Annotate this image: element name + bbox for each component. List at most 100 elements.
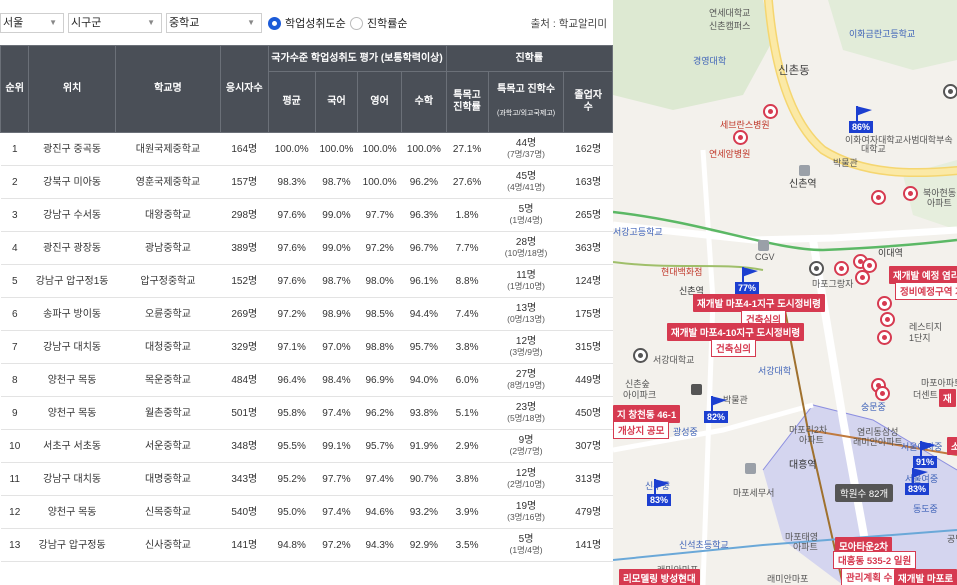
label-apt: 아파트 [927, 198, 952, 208]
header-special-count: 특목고 진학수 (과학고/외고국제고) [487, 71, 565, 133]
city-select-value: 서울 [3, 17, 24, 29]
cell-rate: 3.8% [446, 462, 489, 496]
cell-eng: 94.6% [357, 495, 402, 529]
label-sinchon-station: 신촌역 [789, 179, 817, 190]
label-museum: 박물관 [833, 158, 858, 168]
table-row[interactable]: 8 양천구 목동 목운중학교 484명 96.4% 98.4% 96.9% 94.0% 6.0%… [0, 363, 613, 397]
cell-kor: 97.4% [315, 495, 358, 529]
cell-rank: 9 [0, 396, 29, 430]
cell-n: 389명 [220, 231, 268, 265]
table-row[interactable]: 9 양천구 목동 월촌중학교 501명 95.8% 97.4% 96.2% 93.8% 5.1%… [0, 396, 613, 430]
cell-kor: 97.7% [315, 462, 358, 496]
cell-special-count-total: 27명 [515, 369, 537, 380]
table-row[interactable]: 6 송파구 방이동 오륜중학교 269명 97.2% 98.9% 98.5% 94.4% 7.4… [0, 297, 613, 331]
cell-loc: 강남구 수서동 [28, 198, 116, 232]
city-select[interactable]: 서울 ▼ [0, 13, 64, 33]
cell-special-count: 12명 (2명/10명) [488, 462, 564, 496]
cell-rank: 10 [0, 429, 29, 463]
cell-n: 152명 [220, 264, 268, 298]
agent-avatar-marker[interactable] [809, 261, 824, 276]
cell-special-count-breakdown: (2명/10명) [507, 479, 545, 489]
cell-rate: 3.5% [446, 528, 489, 562]
cell-kor: 98.9% [315, 297, 358, 331]
label-cgv: CGV [755, 252, 775, 262]
cell-special-count-total: 23명 [515, 402, 537, 413]
agent-avatar-marker[interactable] [871, 190, 886, 205]
cell-eng: 97.2% [357, 231, 402, 265]
redevelopment-status-tag: 대흥동 535-2 일원 [833, 551, 917, 569]
cell-kor: 97.2% [315, 528, 358, 562]
agent-avatar-marker[interactable] [903, 186, 918, 201]
cell-rate: 7.4% [446, 297, 489, 331]
cell-loc: 양천구 목동 [28, 495, 116, 529]
redevelopment-tag[interactable]: 재개발 마포로 [894, 569, 957, 585]
flag-percent: 82% [704, 411, 729, 423]
redevelopment-tag[interactable]: 재 [939, 389, 956, 407]
cell-math: 90.7% [401, 462, 447, 496]
agent-avatar-marker[interactable] [943, 84, 957, 99]
cell-grad: 363명 [563, 231, 613, 265]
cell-rate: 8.8% [446, 264, 489, 298]
cell-rank: 12 [0, 495, 29, 529]
header-korean: 국어 [314, 71, 359, 133]
table-row[interactable]: 3 강남구 수서동 대왕중학교 298명 97.6% 99.0% 97.7% 96.3% 1.8… [0, 198, 613, 232]
cell-eng: 96.2% [357, 396, 402, 430]
cell-special-count: 11명 (1명/10명) [488, 264, 564, 298]
label-hyundai: 현대백화점 [661, 267, 703, 277]
table-row[interactable]: 2 강북구 미아동 영훈국제중학교 157명 98.3% 98.7% 100.0% 96.2%… [0, 165, 613, 199]
cell-rank: 13 [0, 528, 29, 562]
table-row[interactable]: 4 광진구 광장동 광남중학교 389명 97.6% 99.0% 97.2% 96.7% 7.7… [0, 231, 613, 265]
agent-avatar-marker[interactable] [877, 296, 892, 311]
cell-special-count-breakdown: (1명/10명) [507, 281, 545, 291]
agent-avatar-marker[interactable] [834, 261, 849, 276]
cell-loc: 강남구 압구정1동 [28, 264, 116, 298]
header-math: 수학 [401, 71, 447, 133]
radio-achievement-order[interactable]: 학업성취도순 [268, 14, 346, 32]
cell-special-count-breakdown: (1명/4명) [509, 545, 543, 555]
cell-rank: 6 [0, 297, 29, 331]
table-row[interactable]: 7 강남구 대치동 대청중학교 329명 97.1% 97.0% 98.8% 95.7% 3.8… [0, 330, 613, 364]
subway-icon [799, 165, 810, 176]
header-advancement-group: 진학률 [445, 45, 613, 72]
map-panel[interactable]: 연세대학교 신촌캠퍼스 이화금란고등학교 경영대학 신촌동 세브란스병원 연세암… [613, 0, 957, 585]
redevelopment-tag[interactable]: 리모델링 방성현대 [619, 569, 700, 585]
cell-special-count: 23명 (5명/18명) [488, 396, 564, 430]
cell-kor: 97.4% [315, 396, 358, 430]
agent-avatar-marker[interactable] [633, 348, 648, 363]
cell-school: 대명중학교 [115, 462, 221, 496]
agent-avatar-marker[interactable] [855, 270, 870, 285]
table-row[interactable]: 10 서초구 서초동 서운중학교 348명 95.5% 99.1% 95.7% 91.9% 2.… [0, 429, 613, 463]
table-row[interactable]: 5 강남구 압구정1동 압구정중학교 152명 97.6% 98.7% 98.0% 96.1%… [0, 264, 613, 298]
cell-loc: 강북구 미아동 [28, 165, 116, 199]
cell-rate: 3.9% [446, 495, 489, 529]
cell-math: 94.4% [401, 297, 447, 331]
cell-math: 95.7% [401, 330, 447, 364]
cell-math: 92.9% [401, 528, 447, 562]
header-english: 영어 [357, 71, 403, 133]
academy-count-tag[interactable]: 학원수 82개 [835, 484, 894, 502]
school-level-select[interactable]: 중학교 ▼ [166, 13, 262, 33]
cell-loc: 강남구 대치동 [28, 330, 116, 364]
table-row[interactable]: 13 강남구 압구정동 신사중학교 141명 94.8% 97.2% 94.3% 92.9% 3… [0, 528, 613, 562]
table-row[interactable]: 11 강남구 대치동 대명중학교 343명 95.2% 97.7% 97.4% 90.7% 3.… [0, 462, 613, 496]
table-row[interactable]: 1 광진구 중곡동 대원국제중학교 164명 100.0% 100.0% 100.0% 100… [0, 132, 613, 166]
cell-avg: 95.2% [268, 462, 316, 496]
table-row[interactable]: 12 양천구 목동 신목중학교 540명 95.0% 97.4% 94.6% 93.2% 3.9… [0, 495, 613, 529]
hospital-marker[interactable] [763, 104, 778, 119]
flag-percent: 83% [905, 483, 930, 495]
label-museum2: 박물관 [723, 395, 748, 405]
cell-rate: 7.7% [446, 231, 489, 265]
redevelopment-tag[interactable]: 소 [947, 437, 957, 455]
label-seogang-univ2: 서강대학 [758, 366, 792, 376]
agent-avatar-marker[interactable] [877, 330, 892, 345]
label-raemianpark: 래미안아파트 [853, 437, 903, 447]
hospital-marker[interactable] [733, 130, 748, 145]
cell-grad: 449명 [563, 363, 613, 397]
flag-percent: 91% [913, 456, 938, 468]
radio-advancement-order[interactable]: 진학률순 [350, 14, 407, 32]
cell-special-count-total: 45명 [515, 171, 537, 182]
agent-avatar-marker[interactable] [880, 312, 895, 327]
district-select[interactable]: 시구군 ▼ [68, 13, 162, 33]
header-location: 위치 [28, 45, 116, 133]
agent-avatar-marker[interactable] [875, 386, 890, 401]
